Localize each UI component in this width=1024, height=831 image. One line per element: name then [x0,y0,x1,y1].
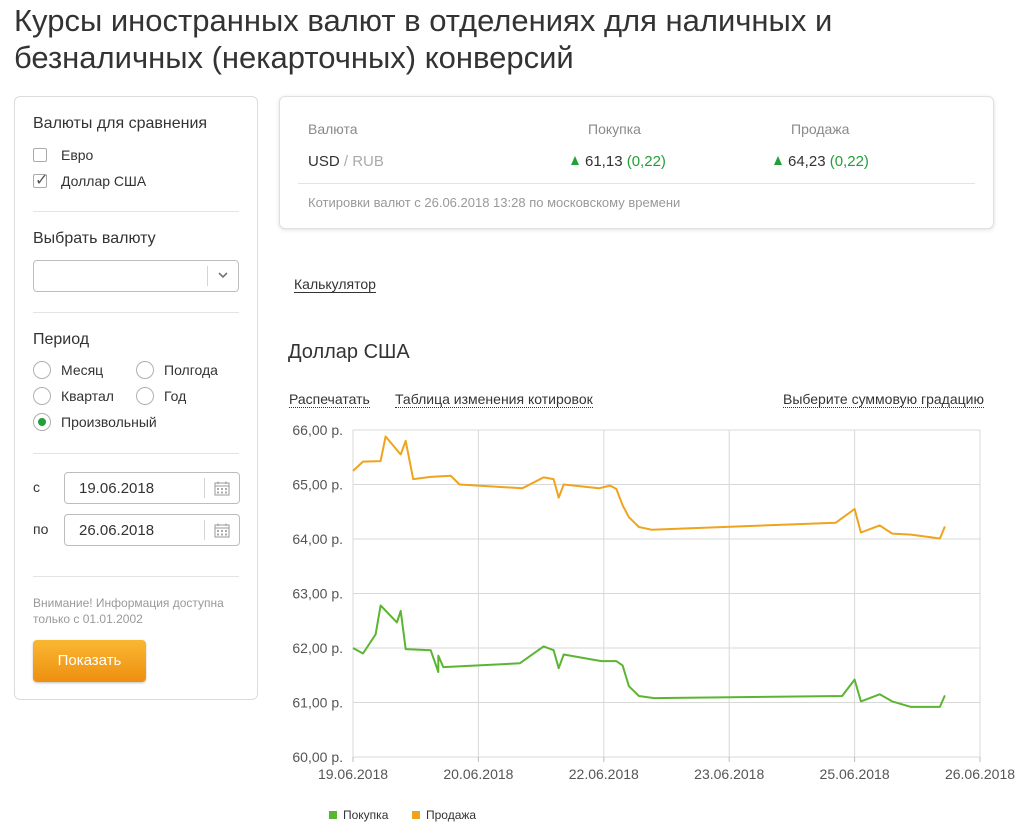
radio-selected-dot [38,418,46,426]
legend-buy-label: Покупка [343,808,389,822]
checkbox-usd-box[interactable]: ✓ [33,172,48,189]
y-tick-label: 63,00 р. [292,586,343,602]
divider [33,312,239,313]
date-from-field[interactable]: 19.06.2018 [64,472,240,504]
date-from-label: с [33,479,40,495]
legend-sell: Продажа [412,808,476,822]
radio-year-label: Год [164,388,187,404]
legend-buy: Покупка [329,808,388,822]
arrow-up-icon [571,156,579,165]
sell-rate: 64,23 (0,22) [774,153,869,170]
y-tick-label: 60,00 р. [292,749,343,765]
radio-half-year-circle[interactable] [136,361,154,379]
legend-sell-swatch [412,811,420,819]
col-currency-header: Валюта [308,121,358,137]
arrow-up-icon [774,156,782,165]
date-separator [204,478,205,498]
legend-buy-swatch [329,811,337,819]
date-to-field[interactable]: 26.06.2018 [64,514,240,546]
show-button[interactable]: Показать [33,640,146,682]
changes-table-link[interactable]: Таблица изменения котировок [395,391,593,408]
radio-custom-circle[interactable] [33,413,51,431]
calendar-icon[interactable] [214,523,230,538]
chart-heading: Доллар США [288,341,410,363]
print-link[interactable]: Распечатать [289,391,370,408]
legend-sell-label: Продажа [426,808,477,822]
x-tick-label: 23.06.2018 [694,766,764,782]
pair-base: USD [308,153,340,170]
checkbox-euro-label: Евро [61,147,94,163]
x-tick-label: 26.06.2018 [945,766,1015,782]
radio-custom-label: Произвольный [61,414,157,430]
divider [33,576,239,577]
date-separator [204,520,205,540]
calculator-link[interactable]: Калькулятор [294,276,376,293]
radio-quarter-label: Квартал [61,388,114,404]
date-from-value: 19.06.2018 [79,480,155,497]
radio-month-circle[interactable] [33,361,51,379]
rate-chart: 60,00 р. 61,00 р. 62,00 р. 63,00 р. 64,00 р.… [292,422,1015,782]
chevron-down-icon[interactable] [217,270,229,280]
y-tick-label: 65,00 р. [292,477,343,493]
divider [33,211,239,212]
series-line-buy [352,604,946,708]
calendar-icon[interactable] [214,481,230,496]
currency-pair: USD / RUB [308,153,384,170]
radio-half-year-label: Полгода [164,362,218,378]
select-separator [207,266,208,286]
checkbox-usd-label: Доллар США [61,173,147,189]
rate-divider [298,183,975,184]
pair-quote: RUB [352,153,384,170]
sell-delta: (0,22) [829,153,869,170]
radio-month-label: Месяц [61,362,104,378]
x-tick-label: 25.06.2018 [820,766,890,782]
y-tick-label: 62,00 р. [292,640,343,656]
buy-delta: (0,22) [626,153,666,170]
x-tick-label: 20.06.2018 [443,766,513,782]
amount-gradation-link[interactable]: Выберите суммовую градацию [783,391,984,408]
filter-panel: Валюты для сравнения Евро ✓ Доллар США В… [14,96,258,700]
date-to-value: 26.06.2018 [79,522,155,539]
radio-year-circle[interactable] [136,387,154,405]
radio-quarter-circle[interactable] [33,387,51,405]
date-to-label: по [33,521,49,537]
y-tick-label: 61,00 р. [292,695,343,711]
page-title: Курсы иностранных валют в отделениях для… [14,3,833,75]
y-tick-label: 66,00 р. [292,422,343,438]
pair-separator: / [339,153,353,170]
period-title: Период [33,331,90,348]
checkbox-euro-box[interactable] [33,148,47,162]
buy-value: 61,13 [585,153,623,170]
buy-rate: 61,13 (0,22) [571,153,666,170]
col-buy-header: Покупка [588,121,641,137]
compare-currencies-title: Валюты для сравнения [33,115,208,132]
select-currency-title: Выбрать валюту [33,230,156,247]
checkmark-icon: ✓ [35,172,49,189]
quotes-timestamp: Котировки валют с 26.06.2018 13:28 по мо… [308,195,681,210]
currency-select[interactable] [33,260,239,292]
divider [33,453,239,454]
sell-value: 64,23 [788,153,826,170]
x-tick-label: 19.06.2018 [318,766,388,782]
col-sell-header: Продажа [791,121,850,137]
x-tick-label: 22.06.2018 [569,766,639,782]
series-line-sell [352,435,946,540]
y-tick-label: 64,00 р. [292,531,343,547]
availability-notice: Внимание! Информация доступна только с 0… [33,596,224,626]
rate-card: Валюта Покупка Продажа USD / RUB 61,13 (… [279,96,994,229]
